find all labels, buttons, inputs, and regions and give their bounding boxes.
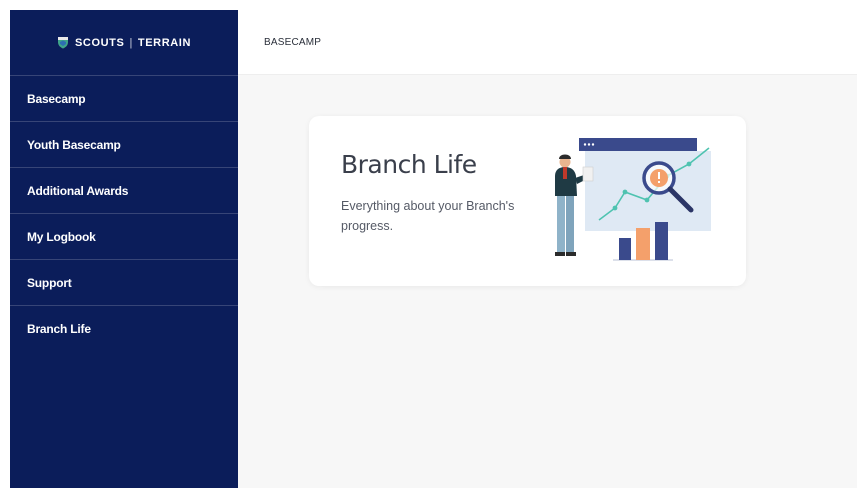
branch-life-card[interactable]: Branch Life Everything about your Branch… [309,116,746,286]
breadcrumb-item-basecamp[interactable]: BASECAMP [264,37,321,48]
sidebar-item-support[interactable]: Support [10,260,238,306]
card-title: Branch Life [341,150,477,179]
brand-logo[interactable]: SCOUTS | TERRAIN [10,10,238,76]
sidebar-item-additional-awards[interactable]: Additional Awards [10,168,238,214]
sidebar-item-basecamp[interactable]: Basecamp [10,76,238,122]
sidebar-item-my-logbook[interactable]: My Logbook [10,214,238,260]
brand-name-right: TERRAIN [137,36,191,49]
content-area: Branch Life Everything about your Branch… [238,75,857,488]
sidebar-item-youth-basecamp[interactable]: Youth Basecamp [10,122,238,168]
brand-name-left: SCOUTS [75,36,125,49]
sidebar-item-branch-life[interactable]: Branch Life [10,306,238,352]
scouts-shield-icon [58,37,68,49]
main-area: BASECAMP Branch Life Everything about yo… [238,10,857,488]
breadcrumb: BASECAMP [238,10,857,75]
brand-name: SCOUTS | TERRAIN [75,37,191,49]
app-window: SCOUTS | TERRAIN Basecamp Youth Basecamp… [10,10,857,488]
card-description: Everything about your Branch's progress. [341,199,515,233]
sidebar: SCOUTS | TERRAIN Basecamp Youth Basecamp… [10,10,238,488]
brand-separator: | [129,36,133,49]
analytics-magnifier-illustration-icon [555,138,711,261]
